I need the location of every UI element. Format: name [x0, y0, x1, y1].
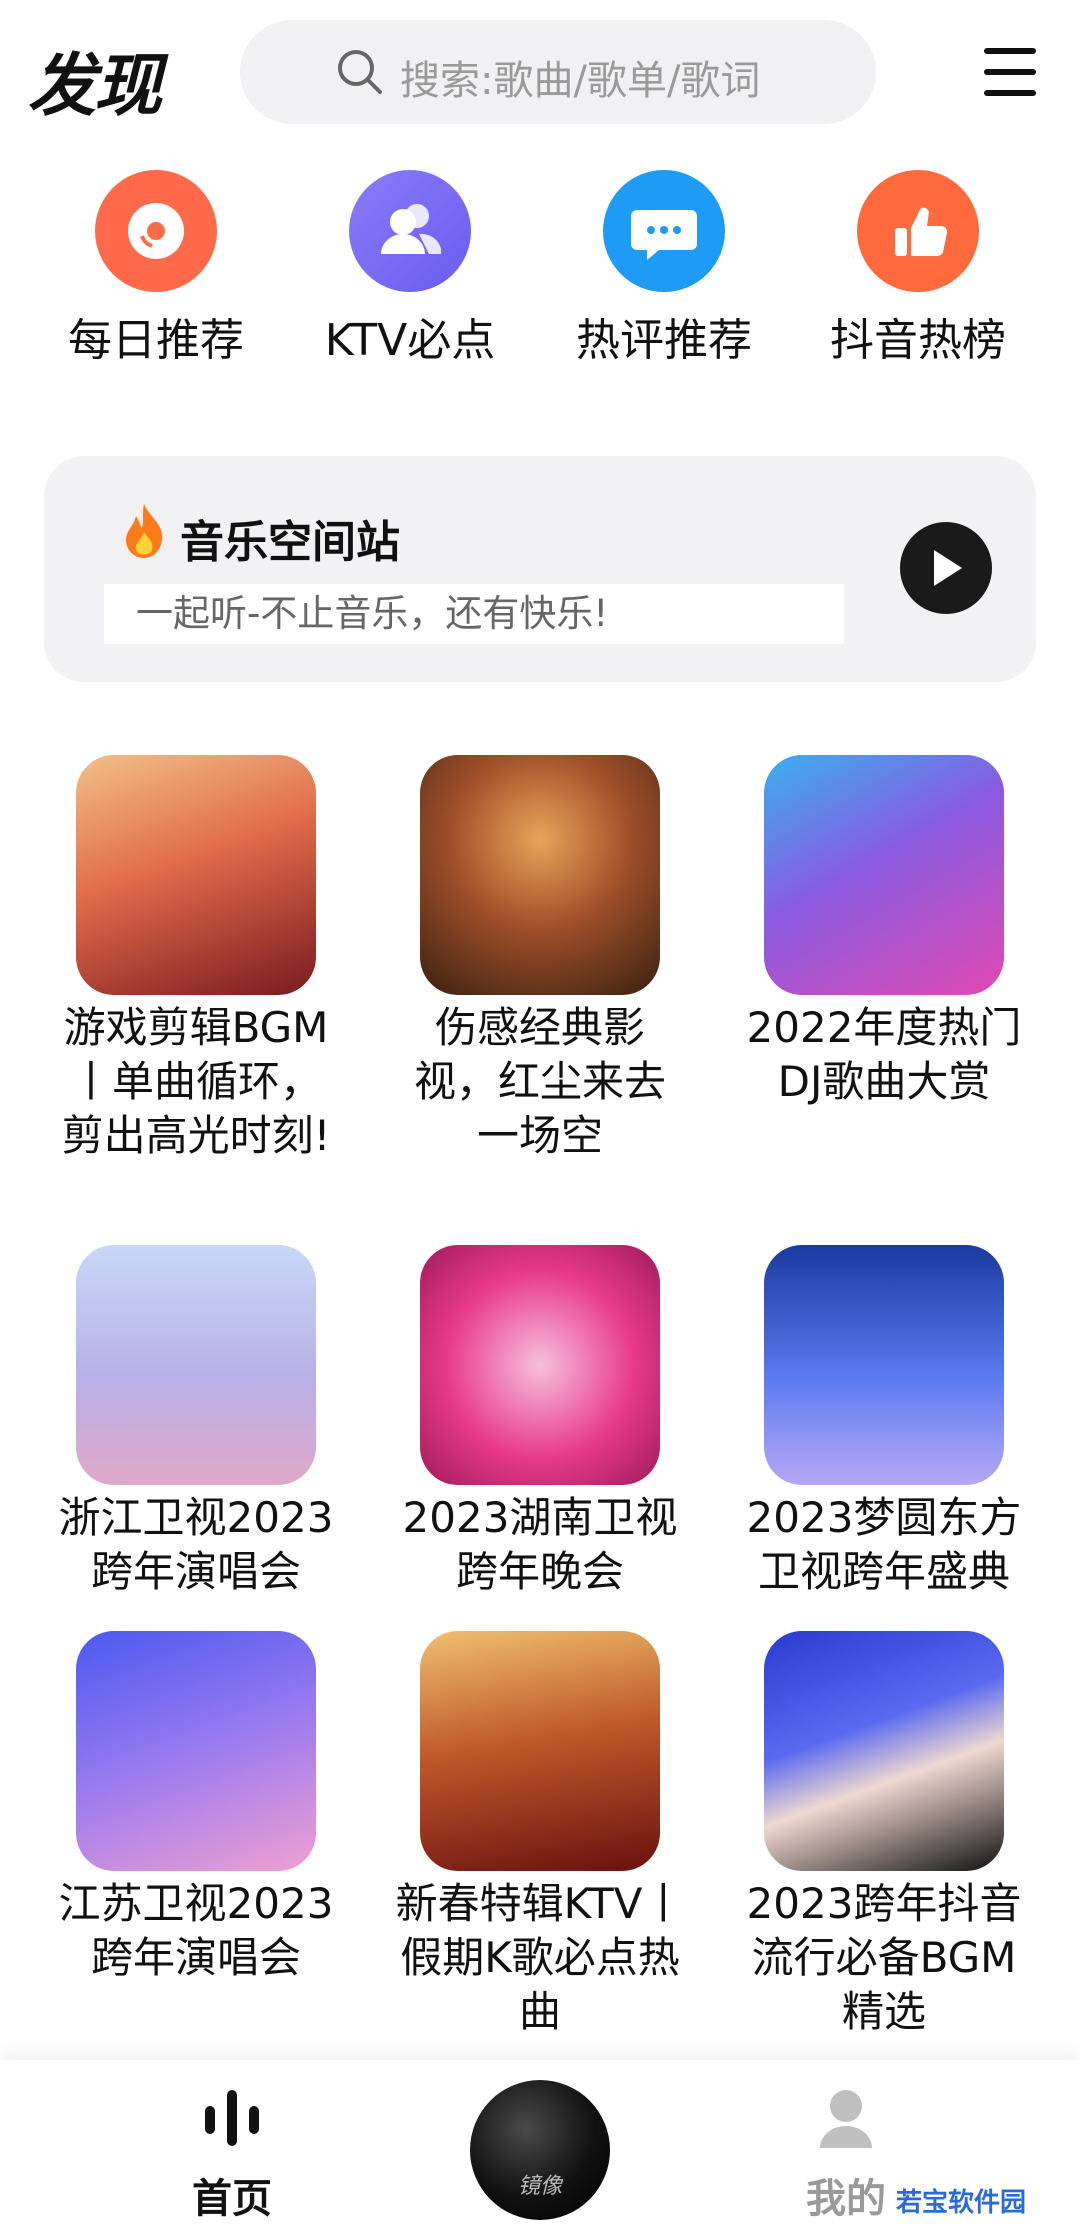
playlist-card[interactable]: 2023跨年抖音流行必备BGM精选: [734, 1631, 1034, 2039]
playlist-cover: [420, 1631, 660, 1871]
playlist-card[interactable]: 游戏剪辑BGM丨单曲循环，剪出高光时刻!: [46, 755, 346, 1163]
banner-subtitle: 一起听-不止音乐，还有快乐!: [104, 584, 844, 644]
playlist-title: 2023湖南卫视跨年晚会: [402, 1493, 678, 1596]
thumbs-up-icon: [857, 170, 979, 292]
quick-entry-label: 每日推荐: [68, 315, 244, 366]
playlist-title: 2023梦圆东方卫视跨年盛典: [746, 1493, 1022, 1596]
playlist-cover: [76, 1631, 316, 1871]
header: 发现 搜索:歌曲/歌单/歌词: [0, 0, 1080, 150]
page-title: 发现: [28, 47, 162, 126]
watermark-logo: 若宝软件园: [896, 2188, 1027, 2218]
disc-label: 镜像: [517, 2174, 562, 2199]
playlist-card[interactable]: 浙江卫视2023跨年演唱会: [46, 1245, 346, 1599]
search-icon: [338, 50, 382, 94]
flame-icon: [126, 504, 163, 558]
now-playing-disc[interactable]: 镜像: [470, 2080, 610, 2220]
user-icon: [820, 2090, 872, 2148]
playlist-cover: [764, 755, 1004, 995]
chat-bubble-icon: [603, 170, 725, 292]
playlist-cover: [764, 1245, 1004, 1485]
playlist-title: 伤感经典影视，红尘来去一场空: [413, 1003, 666, 1160]
playlist-title: 浙江卫视2023跨年演唱会: [58, 1493, 334, 1596]
playlist-card[interactable]: 伤感经典影视，红尘来去一场空: [390, 755, 690, 1163]
menu-icon[interactable]: [980, 42, 1040, 102]
quick-entry-label: 抖音热榜: [830, 315, 1006, 366]
quick-entry-ktv[interactable]: KTV必点: [290, 170, 530, 370]
playlist-title: 新春特辑KTV丨假期K歌必点热曲: [395, 1879, 685, 2036]
users-icon: [349, 170, 471, 292]
quick-entry-daily[interactable]: 每日推荐: [36, 170, 276, 370]
music-space-banner[interactable]: 音乐空间站 一起听-不止音乐，还有快乐!: [44, 456, 1036, 682]
tab-home[interactable]: 首页: [132, 2086, 332, 2224]
vinyl-disc-icon: [95, 170, 217, 292]
playlist-title: 2023跨年抖音流行必备BGM精选: [746, 1879, 1022, 2036]
playlist-cover: [76, 755, 316, 995]
playlist-cover: [420, 1245, 660, 1485]
playlist-card[interactable]: 2022年度热门DJ歌曲大赏: [734, 755, 1034, 1109]
search-placeholder: 搜索:歌曲/歌单/歌词: [400, 58, 761, 104]
playlist-cover: [420, 755, 660, 995]
playlist-card[interactable]: 2023湖南卫视跨年晚会: [390, 1245, 690, 1599]
playlist-title: 2022年度热门DJ歌曲大赏: [746, 1003, 1022, 1106]
playlist-card[interactable]: 新春特辑KTV丨假期K歌必点热曲: [390, 1631, 690, 2039]
play-icon: [934, 550, 962, 586]
quick-entry-label: 热评推荐: [576, 315, 752, 366]
playlist-card[interactable]: 2023梦圆东方卫视跨年盛典: [734, 1245, 1034, 1599]
quick-entry-comments[interactable]: 热评推荐: [544, 170, 784, 370]
playlist-card[interactable]: 江苏卫视2023跨年演唱会: [46, 1631, 346, 1985]
tab-label: 首页: [192, 2176, 272, 2222]
banner-title: 音乐空间站: [180, 517, 400, 568]
playlist-title: 江苏卫视2023跨年演唱会: [58, 1879, 334, 1982]
playlist-cover: [764, 1631, 1004, 1871]
quick-entry-label: KTV必点: [324, 315, 496, 366]
soundwave-icon: [205, 2090, 259, 2146]
play-button[interactable]: [900, 522, 992, 614]
playlist-title: 游戏剪辑BGM丨单曲循环，剪出高光时刻!: [61, 1003, 331, 1160]
quick-entry-douyin[interactable]: 抖音热榜: [798, 170, 1038, 370]
quick-entries: 每日推荐 KTV必点 热评推荐 抖音热榜: [0, 170, 1080, 370]
playlist-cover: [76, 1245, 316, 1485]
search-bar[interactable]: 搜索:歌曲/歌单/歌词: [240, 20, 876, 124]
